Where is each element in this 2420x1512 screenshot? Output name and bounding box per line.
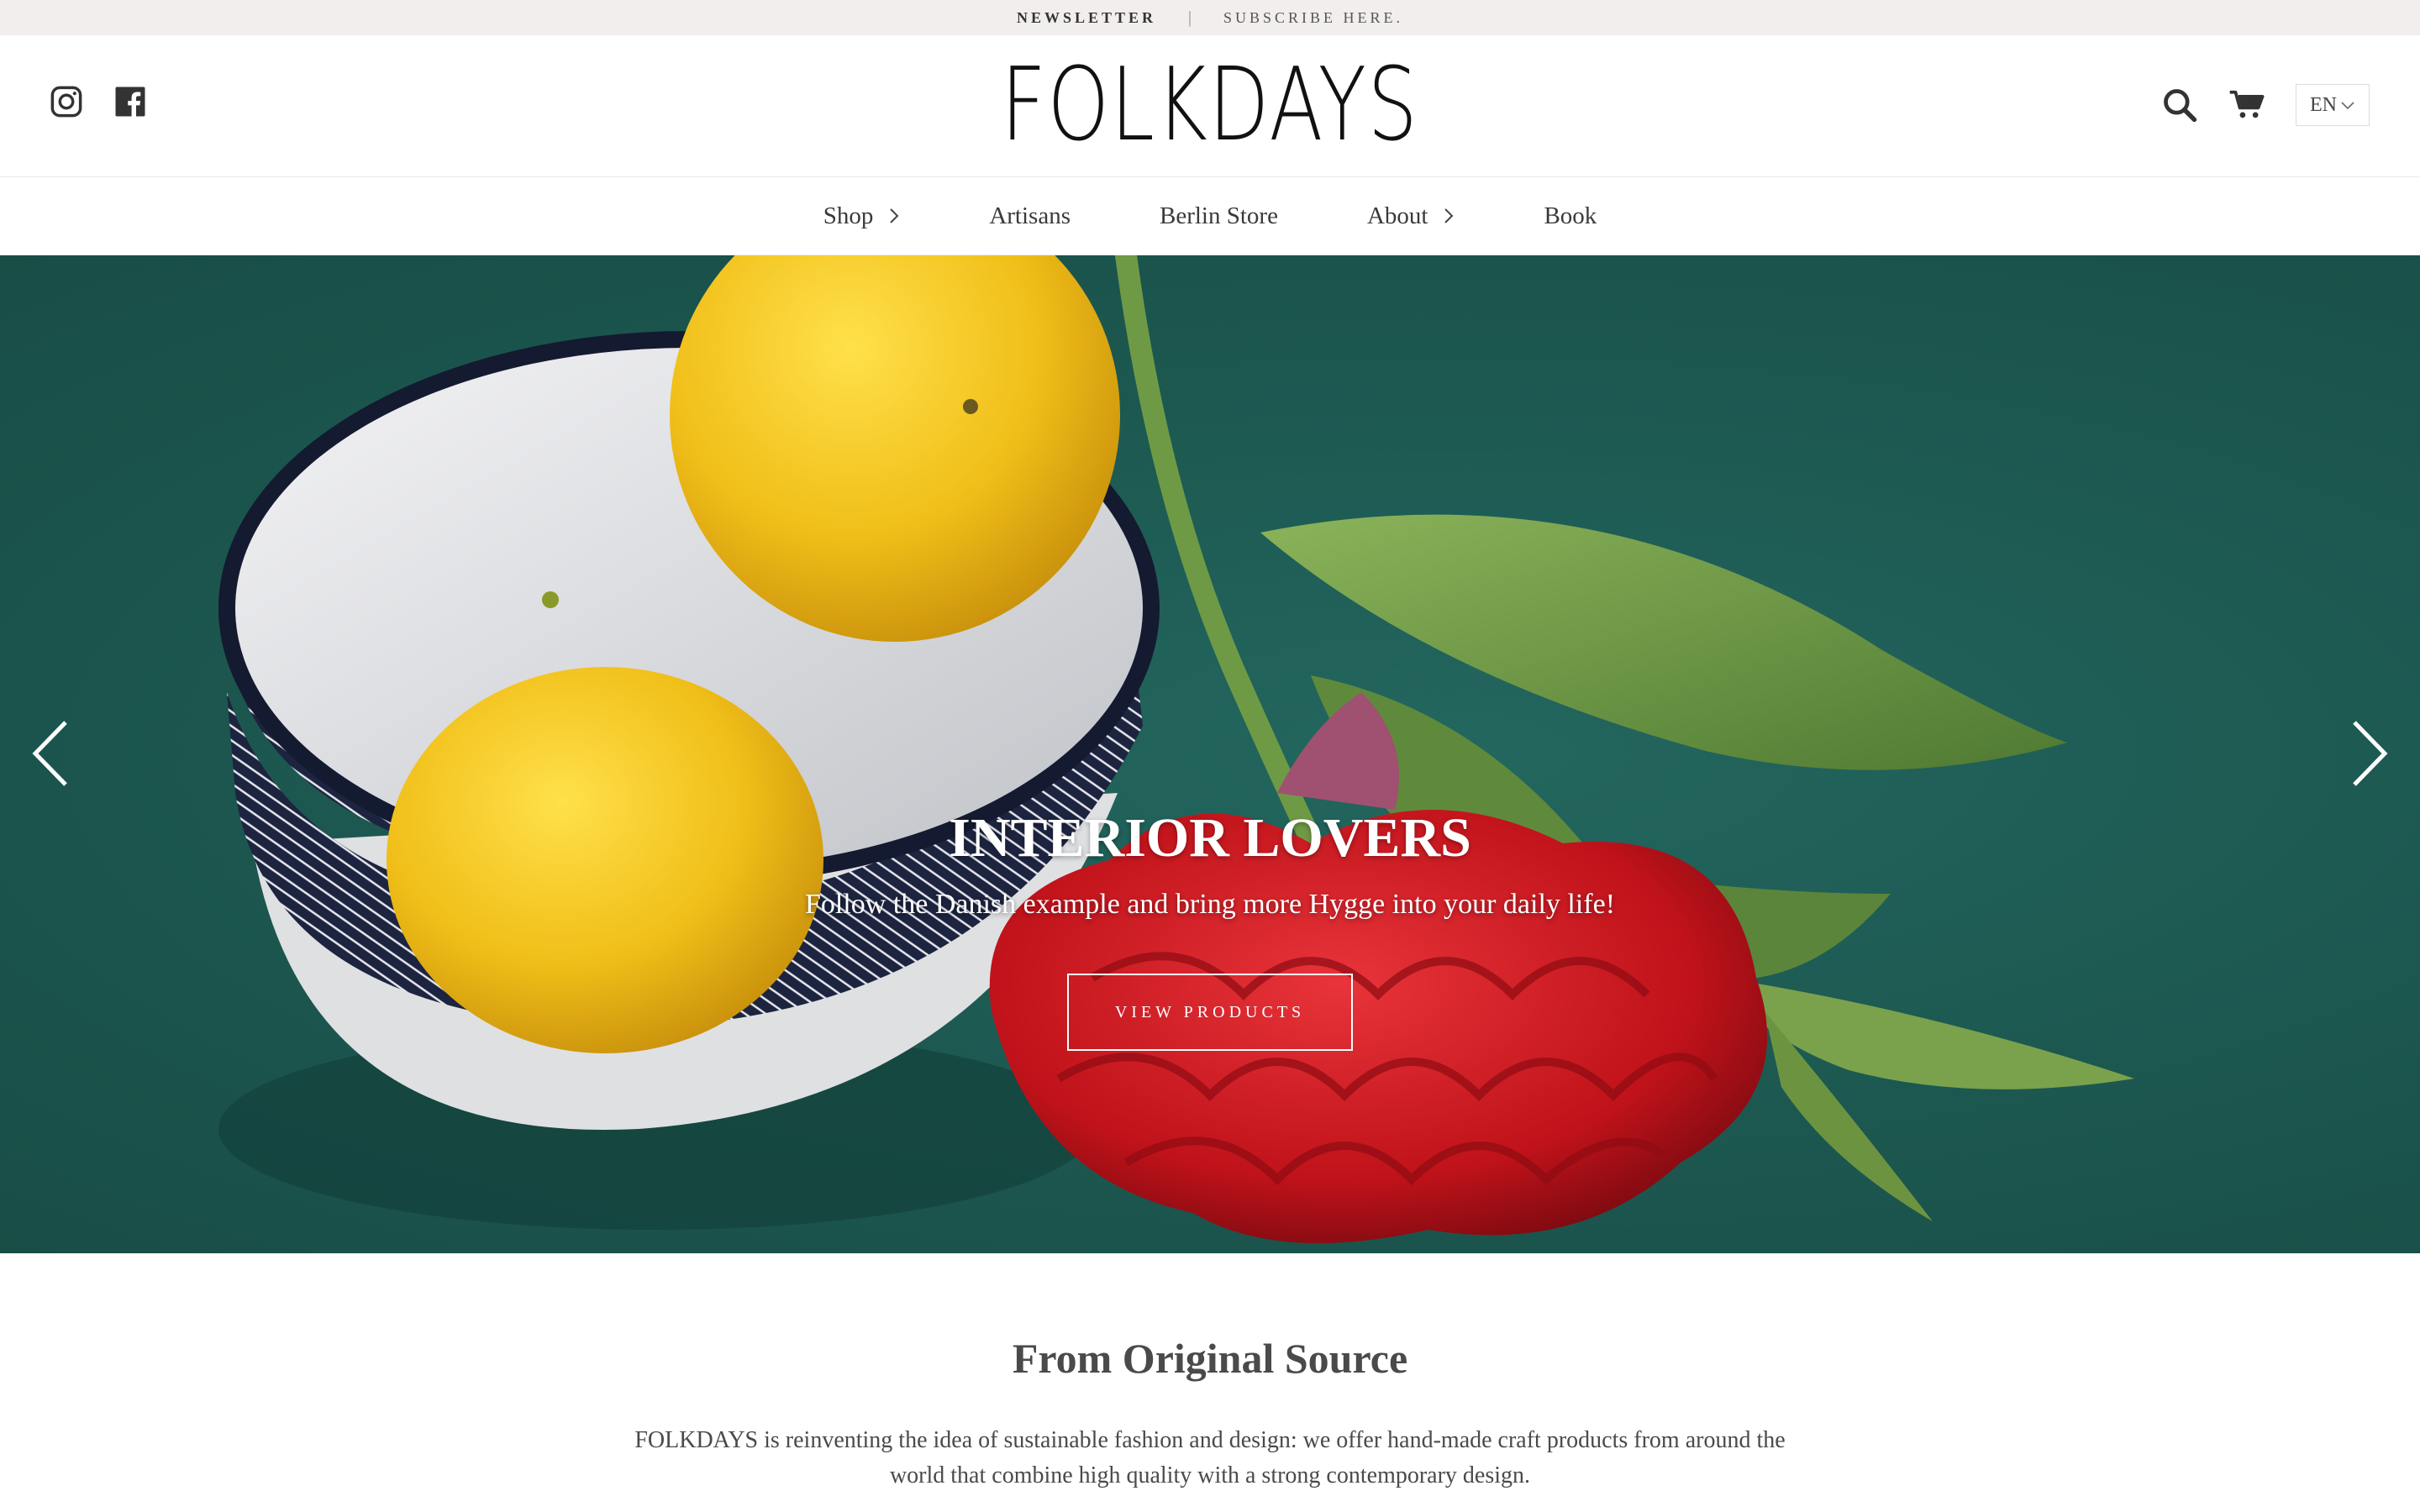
nav-item-artisans[interactable]: Artisans [944,202,1115,230]
nav-item-berlin-store[interactable]: Berlin Store [1115,202,1323,230]
hero-subtitle: Follow the Danish example and bring more… [804,889,1616,920]
newsletter-label[interactable]: NEWSLETTER [1017,9,1156,27]
slideshow-next-arrow[interactable] [2344,716,2395,791]
announcement-separator: | [1188,8,1192,27]
nav-item-shop[interactable]: Shop [779,202,945,230]
nav-item-book[interactable]: Book [1499,202,1641,230]
site-header: FOLKDAYS EN [0,35,2420,177]
view-products-button[interactable]: VIEW PRODUCTS [1067,974,1353,1051]
chevron-down-icon [2341,102,2354,110]
hero-image [218,255,2134,1243]
nav-item-label: Berlin Store [1160,202,1278,229]
cart-icon[interactable] [2228,87,2265,123]
logo-text: FOLKDAYS [1001,47,1419,164]
intro-title: From Original Source [1012,1335,1408,1382]
subscribe-link[interactable]: SUBSCRIBE HERE. [1223,9,1403,27]
chevron-right-icon [1444,208,1454,223]
nav-item-label: About [1366,202,1428,229]
chevron-right-icon [890,208,899,223]
nav-item-label: Artisans [989,202,1071,229]
nav-item-label: Shop [823,202,874,229]
announcement-bar: NEWSLETTER | SUBSCRIBE HERE. [0,0,2420,35]
intro-text: FOLKDAYS is reinventing the idea of sust… [634,1427,1786,1488]
language-label: EN [2310,93,2337,116]
slideshow-prev-arrow[interactable] [25,716,76,791]
facebook-icon[interactable] [113,84,148,119]
social-links [49,84,148,119]
main-nav: Shop Artisans Berlin Store About Book [0,177,2420,255]
header-actions: EN [2161,84,2370,126]
site-logo[interactable]: FOLKDAYS [1001,55,1418,156]
language-selector[interactable]: EN [2296,84,2370,126]
nav-item-about[interactable]: About [1323,202,1500,230]
nav-item-label: Book [1544,202,1597,229]
search-icon[interactable] [2161,87,2198,123]
instagram-icon[interactable] [49,84,84,119]
hero-title: INTERIOR LOVERS [949,807,1471,869]
hero-slideshow: INTERIOR LOVERS Follow the Danish exampl… [0,255,2420,1253]
